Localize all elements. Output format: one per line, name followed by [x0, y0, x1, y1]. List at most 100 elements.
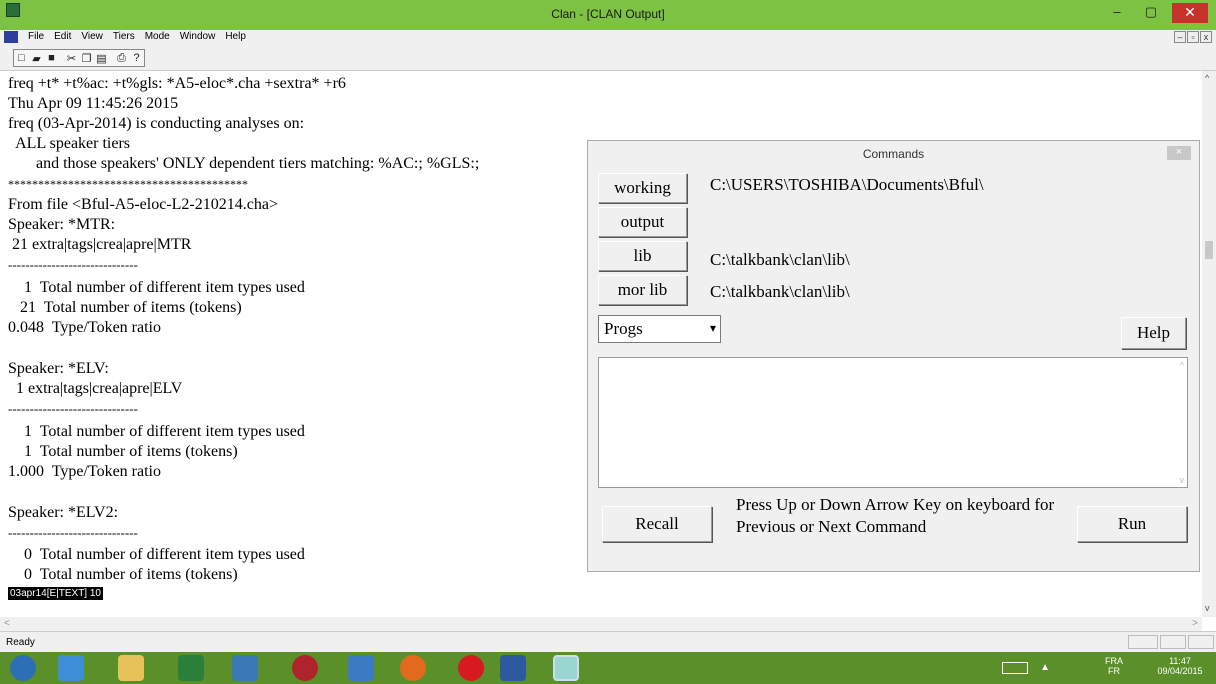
help-button[interactable]: Help — [1121, 317, 1186, 349]
maximize-button[interactable]: ▢ — [1136, 3, 1166, 23]
output-line: **************************************** — [8, 177, 248, 191]
scroll-thumb[interactable] — [1205, 241, 1213, 259]
menu-mode[interactable]: Mode — [145, 31, 170, 42]
output-line: and those speakers' ONLY dependent tiers… — [8, 155, 480, 172]
remote-desktop-icon[interactable] — [232, 655, 258, 681]
mdi-minimize-button[interactable]: – — [1174, 31, 1186, 43]
menu-tiers[interactable]: Tiers — [113, 31, 135, 42]
opera-icon[interactable] — [458, 655, 484, 681]
explorer-icon[interactable] — [118, 655, 144, 681]
output-button[interactable]: output — [598, 207, 687, 237]
language-code: FRA — [1105, 656, 1123, 666]
pdf-reader-icon[interactable] — [292, 655, 318, 681]
store-icon[interactable] — [178, 655, 204, 681]
start-icon[interactable] — [10, 655, 36, 681]
horizontal-scrollbar[interactable]: < > — [0, 617, 1202, 631]
lib-path: C:\talkbank\clan\lib\ — [710, 250, 850, 269]
output-line: Speaker: *ELV2: — [8, 504, 119, 521]
menu-bar: File Edit View Tiers Mode Window Help – … — [0, 30, 1216, 45]
menu-file[interactable]: File — [28, 31, 44, 42]
clan-taskbar-icon[interactable] — [553, 655, 579, 681]
output-line: 1 Total number of different item types u… — [8, 279, 305, 296]
cut-icon[interactable]: ✂ — [64, 50, 79, 66]
menu-edit[interactable]: Edit — [54, 31, 71, 42]
lib-button[interactable]: lib — [598, 241, 687, 271]
output-line: Speaker: *MTR: — [8, 216, 116, 233]
scroll-right-icon[interactable]: > — [1192, 618, 1198, 629]
vertical-scrollbar[interactable]: ^ v — [1202, 71, 1216, 617]
toolbar: □ ▰ ■ ✂ ❐ ▤ ⎙ ? — [0, 45, 1216, 71]
output-line: 1 Total number of different item types u… — [8, 423, 305, 440]
help-icon[interactable]: ? — [129, 50, 144, 66]
output-line: ------------------------------ — [8, 401, 138, 416]
scroll-up-icon[interactable]: ^ — [1205, 73, 1209, 83]
save-icon[interactable]: ■ — [44, 50, 59, 66]
output-line: Speaker: *ELV: — [8, 360, 109, 377]
menu-help[interactable]: Help — [225, 31, 246, 42]
mdi-close-button[interactable]: x — [1200, 31, 1212, 43]
firefox-icon[interactable] — [400, 655, 426, 681]
status-panel — [1188, 635, 1214, 649]
copy-icon[interactable]: ❐ — [79, 50, 94, 66]
word-icon[interactable] — [500, 655, 526, 681]
chevron-down-icon[interactable]: ▾ — [710, 321, 716, 335]
scroll-down-icon[interactable]: v — [1180, 475, 1185, 485]
command-hint: Press Up or Down Arrow Key on keyboard f… — [736, 495, 1055, 536]
clock[interactable]: 11:47 09/04/2015 — [1150, 656, 1210, 676]
mor-lib-button[interactable]: mor lib — [598, 275, 687, 305]
tier-status-tag: 03apr14[E|TEXT] 10 — [8, 587, 103, 600]
output-line: 0 Total number of items (tokens) — [8, 566, 238, 583]
keyboard-icon[interactable] — [1002, 662, 1028, 674]
output-line: 0 Total number of different item types u… — [8, 546, 305, 563]
output-line: 21 Total number of items (tokens) — [8, 299, 242, 316]
output-line: 1 Total number of items (tokens) — [8, 443, 238, 460]
commands-title: Commands — [862, 147, 925, 161]
working-path: C:\USERS\TOSHIBA\Documents\Bful\ — [710, 175, 984, 194]
open-icon[interactable]: ▰ — [29, 50, 44, 66]
close-button[interactable]: ✕ — [1172, 3, 1208, 23]
menu-window[interactable]: Window — [180, 31, 216, 42]
menu-view[interactable]: View — [81, 31, 103, 42]
output-line: freq (03-Apr-2014) is conducting analyse… — [8, 115, 305, 132]
language-indicator[interactable]: FRA FR — [1104, 656, 1124, 676]
clock-time: 11:47 — [1169, 656, 1191, 666]
status-panel — [1160, 635, 1186, 649]
mdi-restore-button[interactable]: ▫ — [1187, 31, 1199, 43]
print-icon[interactable]: ⎙ — [114, 50, 129, 66]
paste-icon[interactable]: ▤ — [94, 50, 109, 66]
command-input[interactable]: ^ v — [598, 357, 1188, 488]
scroll-left-icon[interactable]: < — [4, 618, 10, 629]
progs-dropdown[interactable]: Progs ▾ — [598, 315, 721, 343]
status-panel — [1128, 635, 1158, 649]
output-line: ------------------------------ — [8, 525, 138, 540]
window-title: Clan - [CLAN Output] — [551, 7, 665, 21]
scroll-down-icon[interactable]: v — [1205, 603, 1210, 613]
run-button[interactable]: Run — [1077, 506, 1187, 542]
minimize-button[interactable]: – — [1102, 3, 1132, 23]
progs-value: Progs — [604, 319, 643, 338]
status-text: Ready — [6, 637, 35, 648]
output-line: 0.048 Type/Token ratio — [8, 319, 161, 336]
keyboard-layout: FR — [1108, 666, 1120, 676]
commands-close-button[interactable]: × — [1167, 146, 1191, 160]
output-line: Thu Apr 09 11:45:26 2015 — [8, 95, 179, 112]
messenger-icon[interactable] — [348, 655, 374, 681]
recall-button[interactable]: Recall — [602, 506, 712, 542]
scroll-up-icon[interactable]: ^ — [1180, 360, 1184, 370]
output-line: freq +t* +t%ac: +t%gls: *A5-eloc*.cha +s… — [8, 75, 346, 92]
clock-date: 09/04/2015 — [1157, 666, 1203, 676]
commands-window: Commands × working C:\USERS\TOSHIBA\Docu… — [587, 140, 1200, 572]
document-icon[interactable] — [4, 31, 18, 43]
new-icon[interactable]: □ — [14, 50, 29, 66]
chevron-up-icon[interactable]: ▲ — [1040, 662, 1050, 673]
output-line: From file <Bful-A5-eloc-L2-210214.cha> — [8, 196, 278, 213]
output-line: 21 extra|tags|crea|apre|MTR — [8, 236, 192, 253]
output-line: 1.000 Type/Token ratio — [8, 463, 161, 480]
taskbar: ▲ FRA FR 11:47 09/04/2015 — [0, 652, 1216, 684]
mor-lib-path: C:\talkbank\clan\lib\ — [710, 282, 850, 301]
output-line: ALL speaker tiers — [8, 135, 131, 152]
output-line: 1 extra|tags|crea|apre|ELV — [8, 380, 183, 397]
status-bar: Ready — [0, 631, 1216, 652]
working-button[interactable]: working — [598, 173, 687, 203]
ie-icon[interactable] — [58, 655, 84, 681]
